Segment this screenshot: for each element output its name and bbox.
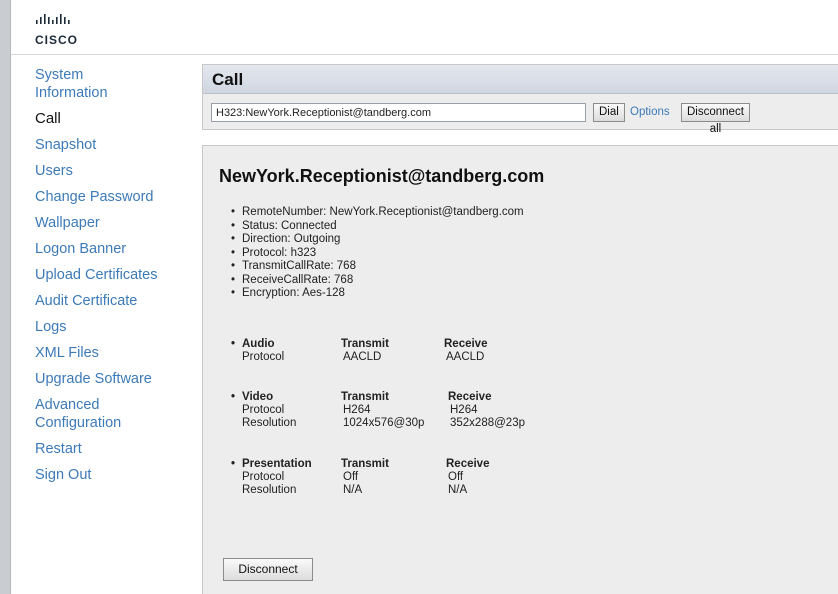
info-status: Status: Connected <box>231 220 524 234</box>
video-receive-header: Receive <box>448 391 492 403</box>
sidebar-item-users[interactable]: Users <box>35 162 185 180</box>
audio-receive-header: Receive <box>444 338 488 350</box>
header: CISCO <box>11 0 838 55</box>
presentation-protocol-transmit: Off <box>343 471 359 483</box>
sidebar-item-snapshot[interactable]: Snapshot <box>35 136 185 154</box>
video-protocol-transmit: H264 <box>343 404 371 416</box>
video-label: Video <box>242 391 274 403</box>
audio-protocol-label: Protocol <box>242 351 285 363</box>
audio-protocol-receive: AACLD <box>446 351 485 363</box>
sidebar-item-xml-files[interactable]: XML Files <box>35 344 185 362</box>
audio-bullet: • <box>231 338 236 350</box>
info-receive-call-rate: ReceiveCallRate: 768 <box>231 274 524 288</box>
disconnect-all-button[interactable]: Disconnect all <box>681 103 750 135</box>
sidebar-item-wallpaper[interactable]: Wallpaper <box>35 214 185 232</box>
info-encryption: Encryption: Aes-128 <box>231 287 524 301</box>
call-address-input[interactable] <box>211 103 586 122</box>
audio-transmit-header: Transmit <box>341 338 389 350</box>
sidebar-item-advanced-configuration[interactable]: Advanced Configuration <box>35 396 145 432</box>
sidebar-nav: System Information Call Snapshot Users C… <box>35 66 185 492</box>
dial-button[interactable]: Dial <box>593 103 625 122</box>
video-protocol-receive: H264 <box>450 404 478 416</box>
call-detail-title: NewYork.Receptionist@tandberg.com <box>219 166 545 186</box>
sidebar-item-change-password[interactable]: Change Password <box>35 188 185 206</box>
video-bullet: • <box>231 391 236 403</box>
sidebar-item-upload-certificates[interactable]: Upload Certificates <box>35 266 185 284</box>
presentation-label: Presentation <box>242 458 312 470</box>
presentation-transmit-header: Transmit <box>341 458 389 470</box>
presentation-receive-header: Receive <box>446 458 490 470</box>
cisco-logo: CISCO <box>35 14 78 47</box>
sidebar-item-system-information[interactable]: System Information <box>35 66 145 102</box>
sidebar-item-logon-banner[interactable]: Logon Banner <box>35 240 185 258</box>
video-resolution-receive: 352x288@23p <box>450 417 525 429</box>
call-info-list: RemoteNumber: NewYork.Receptionist@tandb… <box>231 206 524 301</box>
options-link[interactable]: Options <box>630 103 670 122</box>
presentation-resolution-receive: N/A <box>448 484 468 496</box>
info-transmit-call-rate: TransmitCallRate: 768 <box>231 260 524 274</box>
video-resolution-label: Resolution <box>242 417 297 429</box>
sidebar-item-sign-out[interactable]: Sign Out <box>35 466 185 484</box>
presentation-bullet: • <box>231 458 236 470</box>
call-detail-panel: NewYork.Receptionist@tandberg.com Remote… <box>202 145 838 594</box>
video-protocol-label: Protocol <box>242 404 285 416</box>
presentation-resolution-transmit: N/A <box>343 484 363 496</box>
presentation-resolution-label: Resolution <box>242 484 297 496</box>
info-protocol: Protocol: h323 <box>231 247 524 261</box>
disconnect-button[interactable]: Disconnect <box>223 558 313 581</box>
app-frame: CISCO System Information Call Snapshot U… <box>10 0 838 594</box>
call-panel-title: Call <box>203 65 838 94</box>
call-panel: Call Dial Options Disconnect all <box>202 64 838 135</box>
sidebar-item-upgrade-software[interactable]: Upgrade Software <box>35 370 185 388</box>
video-resolution-transmit: 1024x576@30p <box>343 417 425 429</box>
sidebar-item-call[interactable]: Call <box>35 110 185 128</box>
sidebar-item-audit-certificate[interactable]: Audit Certificate <box>35 292 185 310</box>
audio-protocol-transmit: AACLD <box>343 351 382 363</box>
info-remote-number: RemoteNumber: NewYork.Receptionist@tandb… <box>231 206 524 220</box>
presentation-protocol-receive: Off <box>448 471 464 483</box>
info-direction: Direction: Outgoing <box>231 233 524 247</box>
audio-label: Audio <box>242 338 275 350</box>
cisco-bars-icon <box>36 14 70 24</box>
presentation-protocol-label: Protocol <box>242 471 285 483</box>
sidebar-item-logs[interactable]: Logs <box>35 318 185 336</box>
sidebar-item-restart[interactable]: Restart <box>35 440 185 458</box>
video-transmit-header: Transmit <box>341 391 389 403</box>
cisco-wordmark: CISCO <box>35 33 79 47</box>
